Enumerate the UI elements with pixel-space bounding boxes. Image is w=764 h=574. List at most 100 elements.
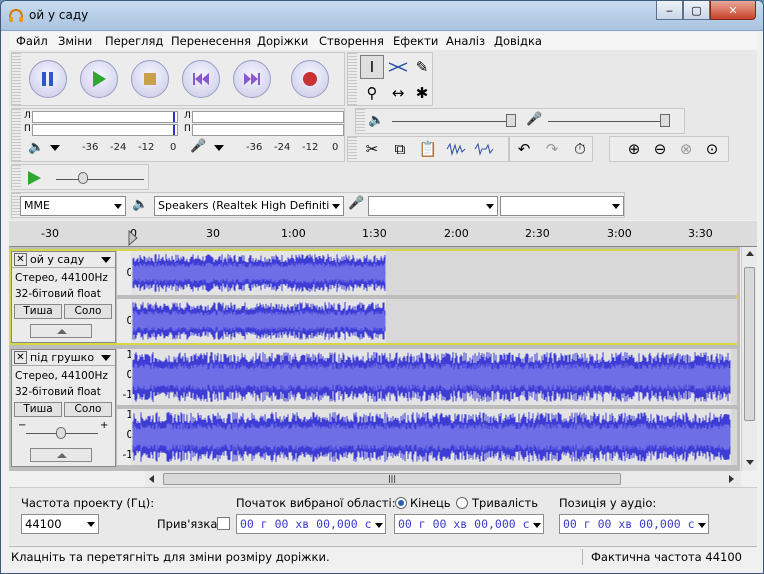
play-meter-dropdown-icon[interactable] (50, 145, 60, 151)
track-menu-dropdown-icon[interactable] (101, 257, 111, 263)
menu-effects[interactable]: Ефекти (393, 34, 438, 48)
maximize-button[interactable]: ▢ (683, 1, 710, 20)
end-radio[interactable] (395, 497, 407, 509)
collapse-track-button[interactable] (30, 448, 92, 462)
chevron-down-icon[interactable] (698, 523, 706, 528)
selection-start-time[interactable]: 00 г 00 хв 00,000 с (236, 514, 386, 534)
solo-button[interactable]: Соло (64, 304, 112, 319)
envelope-tool-icon[interactable] (386, 55, 410, 79)
toolbar-grip[interactable] (348, 137, 357, 161)
output-device-select[interactable]: Speakers (Realtek High Definiti (154, 196, 344, 216)
toolbar-grip[interactable] (12, 109, 21, 161)
minimize-button[interactable]: ‒ (656, 1, 683, 20)
menu-edit[interactable]: Зміни (58, 34, 92, 48)
track-name[interactable]: під грушко (30, 351, 94, 364)
audio-host-select[interactable]: MME (20, 196, 126, 216)
chevron-down-icon[interactable] (375, 523, 383, 528)
pause-button[interactable] (29, 60, 67, 98)
undo-icon[interactable]: ↶ (512, 137, 536, 161)
input-device-select[interactable] (368, 196, 498, 216)
track-name[interactable]: ой у саду (30, 253, 84, 266)
play-meter-right[interactable] (32, 124, 178, 136)
track-control-panel[interactable]: ✕ ой у саду Стерео, 44100Hz 32-бітовий f… (11, 251, 116, 343)
menu-file[interactable]: Файл (16, 34, 48, 48)
output-volume-thumb[interactable] (506, 114, 516, 127)
menu-transport[interactable]: Перенесення (171, 34, 251, 48)
input-channels-select[interactable] (500, 196, 624, 216)
waveform-channel-right[interactable] (131, 299, 737, 343)
menu-tracks[interactable]: Доріжки (257, 34, 308, 48)
waveform-channel-left[interactable] (131, 349, 737, 405)
speed-slider-thumb[interactable] (78, 172, 88, 184)
length-radio[interactable] (456, 497, 468, 509)
toolbar-grip[interactable] (348, 53, 357, 105)
output-volume-slider[interactable] (392, 114, 516, 127)
audio-position-time[interactable]: 00 г 00 хв 00,000 с (559, 514, 709, 534)
scroll-right-icon[interactable] (729, 475, 734, 483)
zoom-in-icon[interactable]: ⊕ (622, 137, 646, 161)
multi-tool-icon[interactable]: ✱ (410, 81, 434, 105)
rec-meter-right[interactable] (192, 124, 344, 136)
close-track-icon[interactable]: ✕ (14, 253, 27, 266)
mute-button[interactable]: Тиша (14, 304, 62, 319)
project-rate-select[interactable]: 44100 (21, 514, 99, 534)
sync-lock-icon[interactable]: ⏱ (568, 137, 592, 161)
chevron-down-icon[interactable] (533, 523, 541, 528)
speaker-icon[interactable]: 🔈 (28, 140, 44, 155)
timeline-ruler[interactable]: -30 0 30 1:00 1:30 2:00 2:30 3:00 3:30 (9, 221, 757, 247)
mute-button[interactable]: Тиша (14, 402, 62, 417)
vertical-scroll-thumb[interactable] (744, 267, 755, 421)
scroll-up-icon[interactable] (746, 251, 754, 256)
menu-view[interactable]: Перегляд (105, 34, 163, 48)
play-at-speed-icon[interactable] (26, 170, 42, 186)
redo-icon[interactable]: ↷ (540, 137, 564, 161)
gain-slider-thumb[interactable] (56, 427, 66, 439)
waveform-channel-right[interactable] (131, 409, 737, 465)
close-button[interactable]: ✕ (710, 1, 756, 20)
speed-slider[interactable] (56, 172, 144, 184)
menu-generate[interactable]: Створення (319, 34, 384, 48)
selection-end-time[interactable]: 00 г 00 хв 00,000 с (394, 514, 544, 534)
vertical-scrollbar[interactable] (741, 247, 757, 471)
scroll-down-icon[interactable] (746, 460, 754, 465)
horizontal-scroll-thumb[interactable]: ||| (163, 473, 621, 485)
menu-analyze[interactable]: Аналіз (446, 34, 485, 48)
paste-icon[interactable]: 📋 (416, 137, 440, 161)
horizontal-scrollbar[interactable]: ||| (145, 471, 741, 487)
stop-button[interactable] (131, 60, 169, 98)
menu-help[interactable]: Довідка (494, 34, 542, 48)
microphone-icon[interactable]: 🎤 (190, 139, 206, 154)
record-button[interactable] (291, 60, 329, 98)
gain-slider[interactable] (26, 427, 98, 439)
input-volume-thumb[interactable] (660, 114, 670, 127)
play-meter-left[interactable] (32, 111, 178, 123)
track-control-panel[interactable]: ✕ під грушко Стерео, 44100Hz 32-бітовий … (11, 349, 116, 467)
cut-icon[interactable]: ✂ (360, 137, 384, 161)
selection-tool-icon[interactable]: I (360, 55, 384, 79)
toolbar-grip[interactable] (12, 53, 21, 105)
playhead-marker-icon[interactable] (128, 230, 138, 246)
play-button[interactable] (80, 60, 118, 98)
skip-to-end-button[interactable] (233, 60, 271, 98)
draw-tool-icon[interactable]: ✎ (410, 55, 434, 79)
silence-icon[interactable] (472, 137, 496, 161)
track-menu-dropdown-icon[interactable] (101, 355, 111, 361)
fit-project-icon[interactable]: ⊙ (700, 137, 724, 161)
zoom-tool-icon[interactable]: ⚲ (360, 81, 384, 105)
rec-meter-left[interactable] (192, 111, 344, 123)
solo-button[interactable]: Соло (64, 402, 112, 417)
input-volume-slider[interactable] (548, 114, 670, 127)
copy-icon[interactable]: ⧉ (388, 137, 412, 161)
snap-checkbox[interactable] (217, 517, 230, 530)
skip-to-start-button[interactable] (182, 60, 220, 98)
collapse-track-button[interactable] (30, 324, 92, 338)
fit-selection-icon[interactable]: ⊗ (674, 137, 698, 161)
timeshift-tool-icon[interactable]: ↔ (386, 81, 410, 105)
waveform-channel-left[interactable] (131, 251, 737, 295)
rec-meter-dropdown-icon[interactable] (214, 145, 224, 151)
trim-icon[interactable] (444, 137, 468, 161)
toolbar-grip[interactable] (356, 109, 365, 133)
zoom-out-icon[interactable]: ⊖ (648, 137, 672, 161)
close-track-icon[interactable]: ✕ (14, 351, 27, 364)
toolbar-grip[interactable] (12, 165, 21, 189)
